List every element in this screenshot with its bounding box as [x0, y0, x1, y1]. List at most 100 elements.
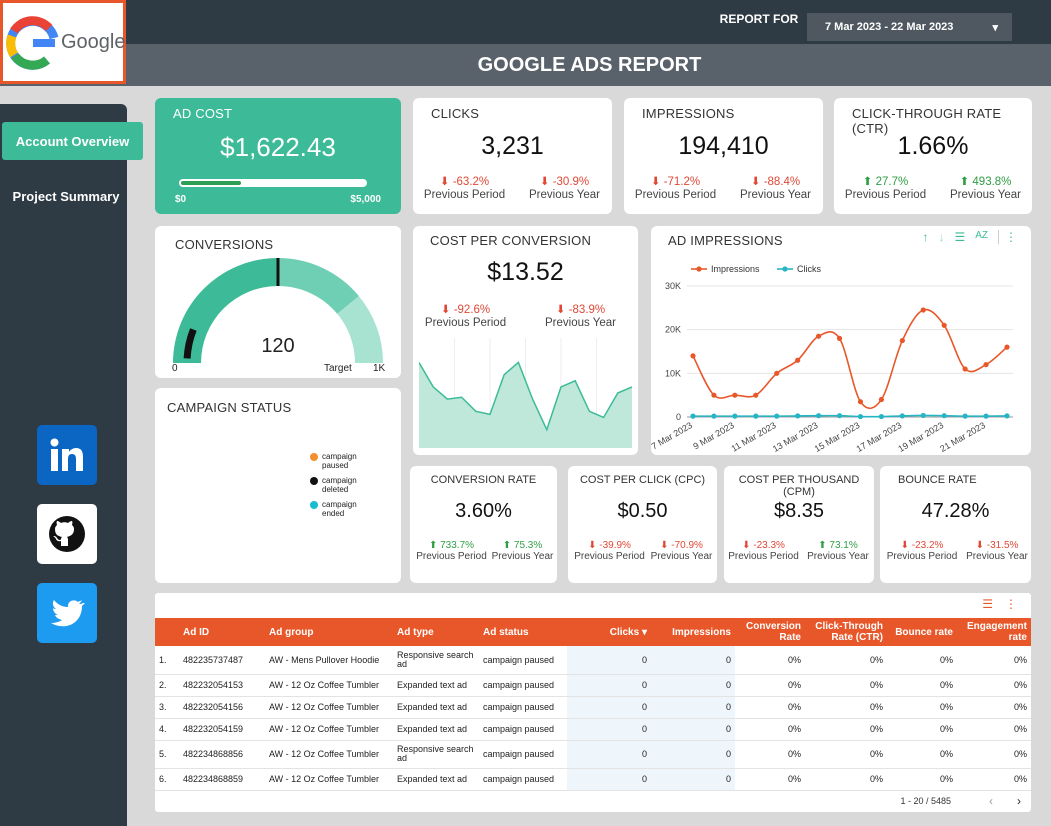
linkedin-button[interactable] [37, 425, 97, 485]
prev-period-label: Previous Period [886, 551, 958, 562]
ctr-prev-year: 493.8% [972, 176, 1012, 188]
filter-icon[interactable]: ☰ [954, 230, 965, 244]
data-point [878, 396, 884, 403]
gauge-min: 0 [172, 363, 178, 374]
twitter-button[interactable] [37, 583, 97, 643]
col-engagement-rate[interactable]: Engagement rate [957, 618, 1031, 646]
table-cell: 0 [567, 740, 651, 769]
down-arrow-icon: ⬇ [588, 540, 600, 551]
up-arrow-icon: ⬆ [862, 176, 876, 188]
ad-cost-min: $0 [175, 194, 187, 205]
table-cell: AW - Mens Pullover Hoodie [265, 646, 393, 675]
table-cell: AW - 12 Oz Coffee Tumbler [265, 718, 393, 741]
clicks-value: 3,231 [481, 132, 544, 160]
sort-ascending-icon[interactable]: ↑ [922, 230, 928, 244]
table-cell: 0% [805, 768, 887, 791]
more-options-icon[interactable]: ⋮ [1005, 597, 1017, 611]
campaign-status-legend: campaign paused campaign deleted campaig… [310, 452, 360, 518]
up-arrow-icon: ⬆ [959, 176, 973, 188]
table-cell: 0% [805, 718, 887, 741]
up-arrow-icon: ⬆ [428, 540, 441, 551]
up-arrow-icon: ⬆ [818, 540, 830, 551]
table-cell: 0% [957, 740, 1031, 769]
github-button[interactable] [37, 504, 97, 564]
table-cell: 0% [957, 646, 1031, 675]
col-conversion-rate[interactable]: Conversion Rate [735, 618, 805, 646]
table-cell: Expanded text ad [393, 674, 479, 697]
prev-year-label: Previous Year [491, 551, 554, 562]
impressions-label: IMPRESSIONS [642, 106, 735, 121]
prev-period-label: Previous Period [574, 551, 645, 562]
data-point [962, 413, 968, 419]
col-impressions[interactable]: Impressions [651, 618, 735, 646]
data-point [920, 307, 926, 313]
data-point [795, 357, 801, 363]
col-ad-status[interactable]: Ad status [479, 618, 567, 646]
nav-account-overview[interactable]: Account Overview [2, 122, 143, 160]
table-cell: 0 [567, 768, 651, 791]
ad-cost-label: AD COST [173, 106, 233, 121]
table-row[interactable]: 6. 482234868859 AW - 12 Oz Coffee Tumbler E… [155, 768, 1031, 791]
col-ctr[interactable]: Click-Through Rate (CTR) [805, 618, 887, 646]
cpconv-prev-period: -92.6% [453, 304, 491, 316]
sort-az-icon[interactable]: AZ [975, 230, 988, 244]
table-cell: 0 [651, 696, 735, 719]
date-range-picker[interactable]: 7 Mar 2023 - 22 Mar 2023 ▾ [807, 13, 1012, 41]
table-cell: campaign paused [479, 740, 567, 769]
table-cell: AW - 12 Oz Coffee Tumbler [265, 696, 393, 719]
data-point [983, 413, 989, 419]
data-point [836, 335, 843, 341]
down-arrow-icon: ⬇ [555, 304, 569, 316]
table-row[interactable]: 5. 482234868856 AW - 12 Oz Coffee Tumbler R… [155, 740, 1031, 769]
table-row[interactable]: 2. 482232054153 AW - 12 Oz Coffee Tumbler E… [155, 674, 1031, 697]
table-cell: 0% [887, 768, 957, 791]
data-point [920, 412, 926, 419]
table-cell: 482232054153 [179, 674, 265, 697]
row-index: 5. [155, 740, 179, 769]
col-bounce-rate[interactable]: Bounce rate [887, 618, 957, 646]
x-tick-label: 13 Mar 2023 [771, 420, 820, 454]
google-logo-text: Google [61, 31, 126, 53]
cpm-prev-year: 73.1% [829, 540, 858, 551]
col-ad-id[interactable]: Ad ID [179, 618, 265, 646]
table-cell: 0 [651, 740, 735, 769]
prev-period-label: Previous Period [844, 189, 927, 201]
data-point [795, 413, 801, 419]
table-cell: 0% [957, 718, 1031, 741]
table-cell: AW - 12 Oz Coffee Tumbler [265, 740, 393, 769]
table-cell: 0% [735, 696, 805, 719]
table-cell: 0% [735, 718, 805, 741]
more-options-icon[interactable]: ⋮ [998, 230, 1017, 244]
data-point [1004, 413, 1010, 419]
filter-icon[interactable]: ☰ [982, 597, 993, 611]
down-arrow-icon: ⬇ [900, 540, 912, 551]
table-cell: 0 [651, 674, 735, 697]
table-row[interactable]: 4. 482232054159 AW - 12 Oz Coffee Tumbler E… [155, 718, 1031, 741]
x-tick-label: 9 Mar 2023 [691, 420, 735, 451]
twitter-icon [51, 600, 85, 627]
col-ad-type[interactable]: Ad type [393, 618, 479, 646]
legend-label: Impressions [711, 264, 760, 274]
table-cell: campaign paused [479, 696, 567, 719]
row-index: 4. [155, 718, 179, 741]
next-page-icon[interactable]: › [1017, 794, 1021, 808]
table-cell: 0% [735, 740, 805, 769]
table-cell: campaign paused [479, 646, 567, 675]
col-ad-group[interactable]: Ad group [265, 618, 393, 646]
ad-cost-progress-track [179, 179, 367, 187]
table-cell: 482234868859 [179, 768, 265, 791]
data-point [753, 413, 759, 419]
bounce-rate-card: BOUNCE RATE 47.28% ⬇ -23.2% Previous Peri… [880, 466, 1031, 583]
legend-item-deleted: campaign deleted [310, 476, 360, 494]
table-row[interactable]: 1. 482235737487 AW - Mens Pullover Hoodie R… [155, 646, 1031, 675]
nav-project-summary[interactable]: Project Summary [0, 186, 132, 208]
down-arrow-icon: ⬇ [660, 540, 672, 551]
col-clicks[interactable]: Clicks ▾ [567, 618, 651, 646]
table-cell: 0 [651, 768, 735, 791]
prev-page-icon[interactable]: ‹ [989, 794, 993, 808]
sort-descending-icon[interactable]: ↓ [938, 230, 944, 244]
conversion-rate-prev-year: 75.3% [513, 540, 543, 551]
table-row[interactable]: 3. 482232054156 AW - 12 Oz Coffee Tumbler E… [155, 696, 1031, 719]
prev-period-label: Previous Period [728, 551, 799, 562]
legend-label: Clicks [797, 264, 821, 274]
